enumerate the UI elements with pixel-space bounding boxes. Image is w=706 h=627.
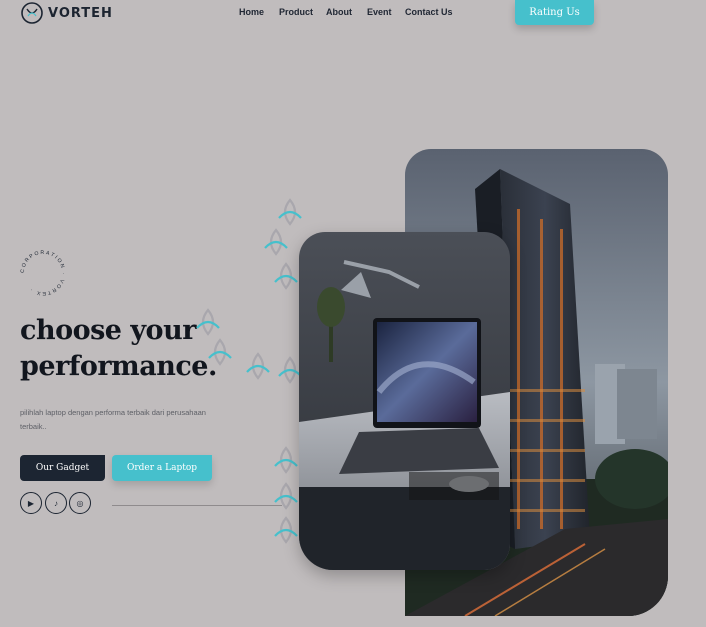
hero-title: choose your performance. [20, 313, 217, 385]
youtube-glyph: ▶ [27, 498, 35, 508]
vortex-logo-icon [21, 2, 43, 24]
tiktok-icon[interactable]: ♪ [45, 492, 67, 514]
hero-title-line1: choose your [20, 315, 196, 346]
rating-us-button[interactable]: Rating Us [515, 0, 594, 25]
nav-product[interactable]: Product [279, 7, 313, 17]
badge-ring-text: CORPORATION · VORTEX · [20, 250, 65, 296]
laptop-image [299, 232, 510, 570]
svg-text:CORPORATION · VORTEX ·: CORPORATION · VORTEX · [20, 250, 66, 296]
tiktok-glyph: ♪ [54, 498, 58, 508]
instagram-icon[interactable]: ◎ [69, 492, 91, 514]
youtube-icon[interactable]: ▶ [20, 492, 42, 514]
instagram-glyph: ◎ [76, 498, 84, 508]
corporation-badge: CORPORATION · VORTEX · [20, 250, 66, 296]
brand-logo[interactable]: VORTEH [20, 0, 113, 26]
nav-event[interactable]: Event [367, 7, 392, 17]
nav-home[interactable]: Home [239, 7, 264, 17]
brand-name: VORTEH [48, 5, 113, 21]
nav-contact[interactable]: Contact Us [405, 7, 453, 17]
laptop-photo [299, 232, 510, 570]
hero-title-line2: performance [20, 351, 208, 382]
nav-about[interactable]: About [326, 7, 352, 17]
our-gadget-button[interactable]: Our Gadget [20, 455, 105, 481]
